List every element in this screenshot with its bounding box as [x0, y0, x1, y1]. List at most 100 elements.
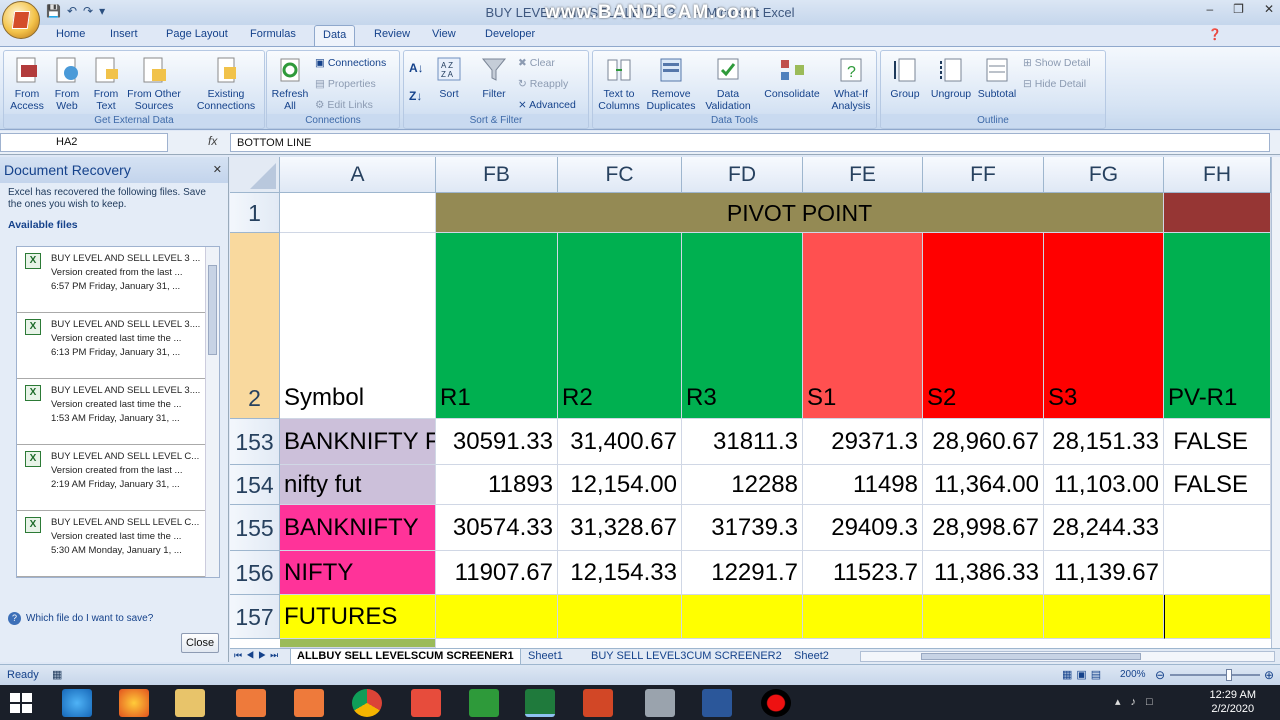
sheet-tab[interactable]: BUY SELL LEVEL3CUM SCREENER2: [585, 649, 788, 665]
cell[interactable]: 11,103.00: [1044, 465, 1164, 505]
cell[interactable]: S3: [1044, 233, 1164, 419]
group-button[interactable]: Group: [884, 55, 926, 100]
pane-close-icon[interactable]: ✕: [213, 163, 222, 176]
sheet-nav-arrows[interactable]: ⏮◀▶⏭: [234, 650, 282, 661]
edit-links-button[interactable]: ⚙ Edit Links: [315, 99, 373, 111]
list-item[interactable]: X BUY LEVEL AND SELL LEVEL 3.... Version…: [17, 379, 211, 445]
row-header[interactable]: 157: [230, 595, 280, 639]
cell[interactable]: 30574.33: [436, 505, 558, 551]
row-header[interactable]: 155: [230, 505, 280, 551]
system-tray-icons[interactable]: ▴♪□: [1115, 695, 1163, 708]
insert-function-icon[interactable]: fx: [208, 134, 217, 148]
refresh-all-button[interactable]: Refresh All: [270, 55, 310, 112]
cell[interactable]: R2: [558, 233, 682, 419]
taskbar-clock[interactable]: 12:29 AM 2/2/2020: [1210, 688, 1256, 716]
file-explorer-icon[interactable]: [175, 689, 205, 717]
sort-button[interactable]: A ZZ A Sort: [432, 55, 466, 100]
column-header[interactable]: FF: [923, 157, 1044, 193]
cell[interactable]: 28,998.67: [923, 505, 1044, 551]
windows-start-icon[interactable]: [10, 693, 32, 713]
excel-taskbar-icon[interactable]: [525, 689, 555, 717]
column-header[interactable]: FB: [436, 157, 558, 193]
cell[interactable]: 11,364.00: [923, 465, 1044, 505]
cell[interactable]: 28,960.67: [923, 419, 1044, 465]
cell[interactable]: 31,400.67: [558, 419, 682, 465]
cell[interactable]: S1: [803, 233, 923, 419]
store-icon[interactable]: [469, 689, 499, 717]
list-item[interactable]: X BUY LEVEL AND SELL LEVEL C... Version …: [17, 445, 211, 511]
vertical-scrollbar[interactable]: [1271, 157, 1280, 648]
from-access-button[interactable]: From Access: [7, 55, 47, 112]
properties-button[interactable]: ▤ Properties: [315, 78, 376, 90]
cell[interactable]: FUTURES: [280, 595, 436, 639]
remove-duplicates-button[interactable]: Remove Duplicates: [645, 55, 697, 112]
zoom-out-icon[interactable]: ⊖: [1155, 668, 1165, 682]
zoom-level[interactable]: 200%: [1120, 669, 1146, 680]
zoom-slider[interactable]: [1170, 669, 1260, 681]
tab-data[interactable]: Data: [314, 25, 356, 46]
chrome-icon[interactable]: [352, 689, 382, 717]
zoom-slider-knob[interactable]: [1226, 669, 1232, 681]
horizontal-scrollbar[interactable]: [860, 651, 1275, 662]
show-detail-button[interactable]: ⊞ Show Detail: [1023, 57, 1091, 69]
hide-detail-button[interactable]: ⊟ Hide Detail: [1023, 78, 1086, 90]
scrollbar-thumb[interactable]: [208, 265, 217, 355]
cell[interactable]: [436, 595, 558, 639]
cell[interactable]: 28,151.33: [1044, 419, 1164, 465]
word-icon[interactable]: [702, 689, 732, 717]
name-box[interactable]: HA2: [0, 133, 168, 152]
sort-az-icon[interactable]: A↓: [409, 61, 424, 75]
help-icon[interactable]: ❓: [1208, 28, 1222, 41]
cell[interactable]: [923, 595, 1044, 639]
cell[interactable]: 11498: [803, 465, 923, 505]
firefox-icon[interactable]: [119, 689, 149, 717]
minimize-icon[interactable]: –: [1206, 2, 1213, 16]
list-item[interactable]: X BUY LEVEL AND SELL LEVEL 3.... Version…: [17, 313, 211, 379]
recorder-app-icon[interactable]: [236, 689, 266, 717]
existing-connections-button[interactable]: Existing Connections: [190, 55, 262, 112]
zoom-in-icon[interactable]: ⊕: [1264, 668, 1274, 682]
sheet-tab[interactable]: Sheet1: [522, 649, 569, 665]
sheet-tab[interactable]: ALLBUY SELL LEVELSCUM SCREENER1: [290, 649, 521, 665]
list-item[interactable]: X BUY LEVEL AND SELL LEVEL C... Version …: [17, 511, 211, 577]
cell[interactable]: Symbol: [280, 233, 436, 419]
sort-za-icon[interactable]: Z↓: [409, 89, 422, 103]
cell[interactable]: 12291.7: [682, 551, 803, 595]
from-web-button[interactable]: From Web: [47, 55, 87, 112]
cell[interactable]: 11907.67: [436, 551, 558, 595]
tab-home[interactable]: Home: [56, 28, 85, 40]
cell[interactable]: 12,154.00: [558, 465, 682, 505]
advanced-filter-button[interactable]: ⨯ Advanced: [518, 99, 576, 111]
ungroup-button[interactable]: Ungroup: [928, 55, 974, 100]
internet-explorer-icon[interactable]: [62, 689, 92, 717]
cell[interactable]: [682, 595, 803, 639]
scrollbar-thumb[interactable]: [921, 653, 1141, 660]
powerpoint-icon[interactable]: [583, 689, 613, 717]
cell[interactable]: [1164, 505, 1271, 551]
data-validation-button[interactable]: Data Validation: [699, 55, 757, 112]
cell[interactable]: 30591.33: [436, 419, 558, 465]
cell[interactable]: BANKNIFTY FUT: [280, 419, 436, 465]
clear-filter-button[interactable]: ✖ Clear: [518, 57, 555, 69]
from-other-sources-button[interactable]: From Other Sources: [125, 55, 183, 112]
bandicam-record-icon[interactable]: [761, 689, 791, 717]
column-header[interactable]: FG: [1044, 157, 1164, 193]
anydesk-icon[interactable]: [411, 689, 441, 717]
cell[interactable]: 31739.3: [682, 505, 803, 551]
list-item[interactable]: X BUY LEVEL AND SELL LEVEL 3 ... Version…: [17, 247, 211, 313]
calculator-icon[interactable]: [645, 689, 675, 717]
what-if-analysis-button[interactable]: ? What-If Analysis: [827, 55, 875, 112]
formula-input[interactable]: BOTTOM LINE: [230, 133, 1270, 152]
cell[interactable]: 31811.3: [682, 419, 803, 465]
view-buttons[interactable]: ▦▣▤: [1062, 668, 1105, 681]
close-icon[interactable]: ✕: [1264, 2, 1274, 16]
row-header[interactable]: 154: [230, 465, 280, 505]
column-header[interactable]: FD: [682, 157, 803, 193]
sheet-tab[interactable]: Sheet2: [788, 649, 835, 665]
row-header[interactable]: 1: [230, 193, 280, 233]
subtotal-button[interactable]: Subtotal: [975, 55, 1019, 100]
cell[interactable]: [1164, 595, 1271, 639]
cell[interactable]: 11523.7: [803, 551, 923, 595]
cell[interactable]: [1044, 595, 1164, 639]
text-to-columns-button[interactable]: Text to Columns: [595, 55, 643, 112]
